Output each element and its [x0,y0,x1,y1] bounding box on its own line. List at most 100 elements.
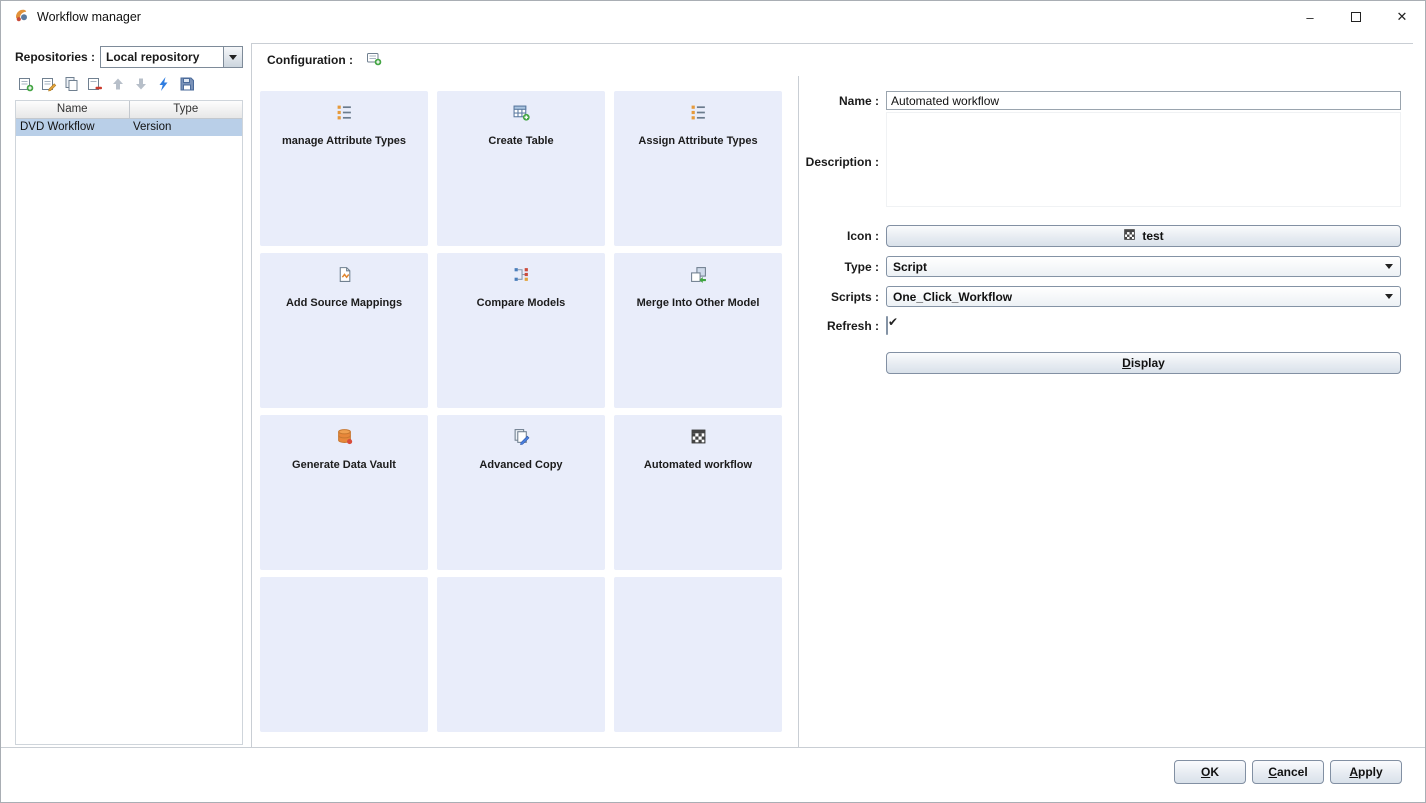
card-label: Assign Attribute Types [632,135,763,147]
merge-model-icon [690,266,707,284]
card-label: Create Table [482,135,559,147]
workflow-card-grid: manage Attribute Types [252,76,798,747]
titlebar: Workflow manager – ✕ [1,1,1425,33]
type-select[interactable]: Script [886,256,1401,277]
card-label: manage Attribute Types [276,135,412,147]
refresh-icon [156,76,172,92]
card-label: Automated workflow [638,459,758,471]
display-button[interactable]: Display [886,352,1401,374]
card-empty[interactable] [437,577,605,732]
refresh-checkbox[interactable] [886,316,888,335]
card-label: Advanced Copy [473,459,568,471]
card-add-source-mappings[interactable]: Add Source Mappings [260,253,428,408]
card-compare-models[interactable]: Compare Models [437,253,605,408]
card-label: Generate Data Vault [286,459,402,471]
scripts-label: Scripts : [799,290,886,304]
scripts-select-value: One_Click_Workflow [887,290,1378,304]
card-manage-attribute-types[interactable]: manage Attribute Types [260,91,428,246]
workflow-grid-icon [1123,228,1136,244]
chevron-down-icon [229,55,237,60]
repository-toolbar [15,68,243,98]
card-label: Merge Into Other Model [631,297,766,309]
scripts-select[interactable]: One_Click_Workflow [886,286,1401,307]
close-button[interactable]: ✕ [1379,1,1425,33]
attribute-list-icon [336,104,353,122]
compare-models-icon [513,266,530,284]
repository-select-arrow[interactable] [223,47,242,67]
advanced-copy-icon [513,428,530,446]
card-label: Compare Models [471,297,572,309]
edit-workflow-button[interactable] [40,75,58,93]
remove-icon [87,76,103,92]
chevron-down-icon [1378,257,1400,276]
card-assign-attribute-types[interactable]: Assign Attribute Types [614,91,782,246]
cell-name: DVD Workflow [16,119,129,136]
description-label: Description : [799,155,886,169]
attribute-list-icon [690,104,707,122]
maximize-icon [1351,12,1361,22]
name-label: Name : [799,94,886,108]
repositories-panel: Repositories : Local repository [15,46,243,745]
save-icon [179,76,195,92]
icon-label: Icon : [799,229,886,243]
save-button[interactable] [178,75,196,93]
repositories-label: Repositories : [15,50,95,64]
column-header-name[interactable]: Name [16,101,130,119]
workflow-manager-window: Workflow manager – ✕ Repositories : Loca… [0,0,1426,803]
card-empty[interactable] [614,577,782,732]
cancel-button-label: Cancel [1268,765,1307,779]
table-empty-area [16,136,242,744]
move-up-button[interactable] [109,75,127,93]
configuration-label: Configuration : [267,53,353,67]
move-down-icon [133,76,149,92]
card-create-table[interactable]: Create Table [437,91,605,246]
card-advanced-copy[interactable]: Advanced Copy [437,415,605,570]
new-workflow-button[interactable] [17,75,35,93]
ok-button-label: OK [1201,765,1219,779]
source-mapping-icon [336,266,353,284]
repository-select-value: Local repository [101,47,223,67]
create-table-icon [513,104,530,122]
data-vault-icon [336,428,353,446]
window-title: Workflow manager [37,10,141,24]
display-button-label: Display [1122,356,1165,370]
card-generate-data-vault[interactable]: Generate Data Vault [260,415,428,570]
ok-button[interactable]: OK [1174,760,1246,784]
maximize-button[interactable] [1333,1,1379,33]
cancel-button[interactable]: Cancel [1252,760,1324,784]
new-icon [18,76,34,92]
type-select-value: Script [887,260,1378,274]
copy-icon [64,76,80,92]
card-label: Add Source Mappings [280,297,408,309]
workflow-detail-form: Name : Description : Icon : [798,76,1413,747]
delete-workflow-button[interactable] [86,75,104,93]
move-up-icon [110,76,126,92]
table-row[interactable]: DVD Workflow Version [16,119,242,136]
apply-button-label: Apply [1349,765,1382,779]
repository-select[interactable]: Local repository [100,46,243,68]
copy-workflow-button[interactable] [63,75,81,93]
chevron-down-icon [1378,287,1400,306]
name-input[interactable] [886,91,1401,110]
column-header-type[interactable]: Type [130,101,243,119]
minimize-button[interactable]: – [1287,1,1333,33]
main-area: Configuration : [251,43,1413,747]
description-textarea[interactable] [886,112,1401,207]
cell-type: Version [129,119,242,136]
apply-button[interactable]: Apply [1330,760,1402,784]
card-empty[interactable] [260,577,428,732]
workflow-table: Name Type DVD Workflow Version [15,100,243,745]
card-automated-workflow[interactable]: Automated workflow [614,415,782,570]
move-down-button[interactable] [132,75,150,93]
workflow-table-header: Name Type [16,101,242,119]
refresh-button[interactable] [155,75,173,93]
refresh-label: Refresh : [799,319,886,333]
app-icon [13,7,29,28]
edit-icon [41,76,57,92]
icon-picker-label: test [1142,229,1163,243]
icon-picker-button[interactable]: test [886,225,1401,247]
type-label: Type : [799,260,886,274]
card-merge-into-other-model[interactable]: Merge Into Other Model [614,253,782,408]
add-configuration-icon[interactable] [366,50,382,71]
workflow-grid-icon [690,428,707,446]
